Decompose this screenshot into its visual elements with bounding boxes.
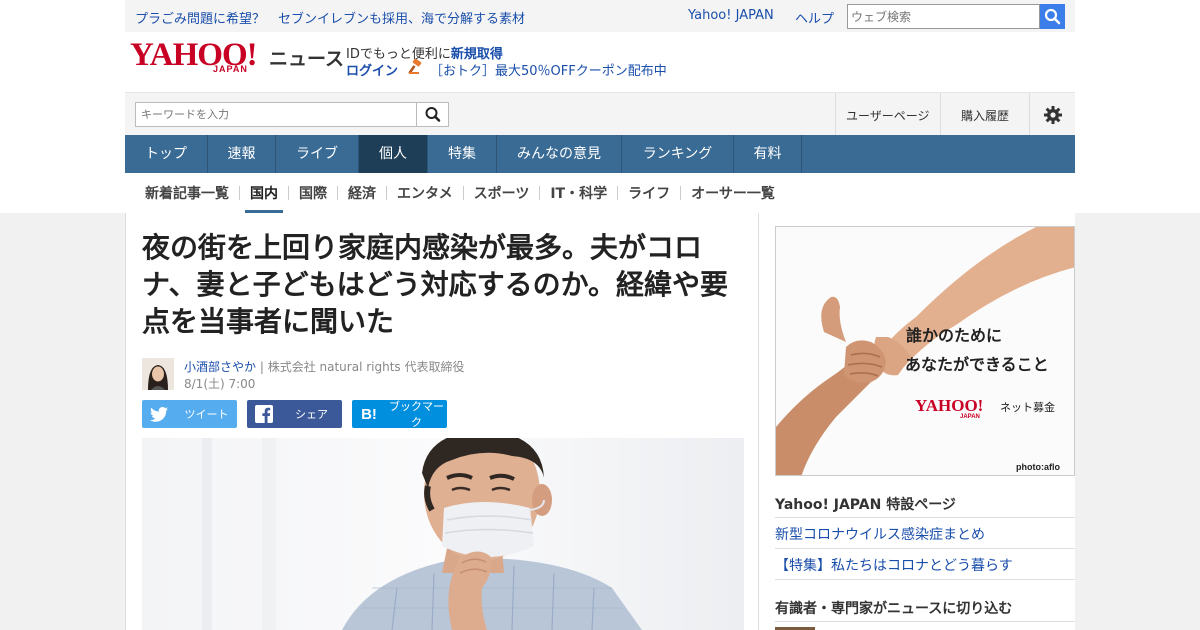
gear-icon[interactable]: [1043, 105, 1063, 125]
keyword-search-button[interactable]: [417, 102, 449, 127]
author-name[interactable]: 小酒部さやか: [184, 360, 256, 374]
coupon-link[interactable]: ［おトク］最大50％OFFクーポン配布中: [430, 60, 667, 79]
promo-link-2[interactable]: セブンイレブンも採用、海で分解する素材: [278, 8, 525, 27]
author-affiliation: | 株式会社 natural rights 代表取締役: [259, 360, 465, 374]
special-pages-heading: Yahoo! JAPAN 特設ページ: [775, 497, 956, 513]
article-photo: [142, 438, 744, 630]
nav-top[interactable]: トップ: [125, 135, 208, 173]
divider: [775, 517, 1075, 518]
nav-breaking[interactable]: 速報: [208, 135, 276, 173]
nav-opinions[interactable]: みんなの意見: [497, 135, 622, 173]
hatena-bookmark-icon: B!: [361, 405, 377, 423]
topbar: プラごみ問題に希望？ セブンイレブンも採用、海で分解する素材 Yahoo! JA…: [125, 0, 1075, 32]
facebook-share-button[interactable]: シェア: [247, 400, 342, 428]
user-page-link[interactable]: ユーザーページ: [846, 107, 930, 124]
ad-text-line1: 誰かのために: [906, 326, 1002, 345]
nav-paid[interactable]: 有料: [734, 135, 802, 173]
facebook-icon: [247, 405, 281, 423]
category-economy[interactable]: 経済: [338, 173, 386, 213]
divider: [1029, 93, 1030, 136]
category-authors[interactable]: オーサー一覧: [681, 173, 785, 213]
tweet-label: ツイート: [184, 408, 229, 421]
nav-ranking[interactable]: ランキング: [622, 135, 734, 173]
ad-yahoo-logo-japan: JAPAN: [960, 414, 980, 420]
hatena-bookmark-button[interactable]: B! ブックマーク: [352, 400, 447, 429]
web-search-button[interactable]: [1040, 4, 1065, 29]
man-wearing-mask-image: [142, 438, 744, 630]
auction-hammer-icon: [408, 59, 422, 74]
experts-heading: 有識者・専門家がニュースに切り込む: [775, 601, 1013, 617]
article-title: 夜の街を上回り家庭内感染が最多。夫がコロナ、妻と子どもはどう対応するのか。経緯や…: [142, 231, 729, 338]
category-entertainment[interactable]: エンタメ: [387, 173, 463, 213]
helping-hands-image: 誰かのために あなたができること YAHOO! JAPAN ネット募金 phot…: [776, 227, 1074, 475]
main-nav: トップ 速報 ライブ 個人 特集 みんなの意見 ランキング 有料: [125, 135, 1075, 173]
article: 夜の街を上回り家庭内感染が最多。夫がコロナ、妻と子どもはどう対応するのか。経緯や…: [125, 213, 759, 630]
facebook-share-label: シェア: [295, 408, 328, 421]
avatar[interactable]: [142, 358, 174, 390]
category-life[interactable]: ライフ: [618, 173, 680, 213]
search-row: ユーザーページ 購入履歴: [125, 92, 1075, 136]
twitter-icon: [142, 406, 176, 422]
yahoo-japan-link[interactable]: Yahoo! JAPAN: [688, 8, 774, 23]
publish-date: 8/1(土) 7:00: [184, 377, 256, 391]
covid-summary-link[interactable]: 新型コロナウイルス感染症まとめ: [775, 524, 985, 544]
category-sports[interactable]: スポーツ: [464, 173, 540, 213]
web-search-input[interactable]: [847, 4, 1040, 29]
donation-ad-banner[interactable]: 誰かのために あなたができること YAHOO! JAPAN ネット募金 phot…: [775, 226, 1075, 476]
author-line: 小酒部さやか | 株式会社 natural rights 代表取締役: [184, 358, 464, 375]
category-it-science[interactable]: IT・科学: [540, 173, 617, 213]
promo-link-1[interactable]: プラごみ問題に希望？: [135, 8, 265, 27]
search-icon: [1044, 8, 1061, 25]
nav-live[interactable]: ライブ: [276, 135, 359, 173]
hatena-bookmark-label: ブックマーク: [389, 400, 444, 429]
category-international[interactable]: 国際: [289, 173, 337, 213]
covid-feature-link[interactable]: 【特集】私たちはコロナとどう暮らす: [775, 555, 1013, 575]
category-domestic[interactable]: 国内: [240, 173, 288, 213]
divider: [775, 621, 1075, 622]
ad-photo-credit: photo:aflo: [1016, 462, 1060, 472]
nav-feature[interactable]: 特集: [428, 135, 497, 173]
help-link[interactable]: ヘルプ: [795, 8, 834, 27]
category-nav: 新着記事一覧 国内 国際 経済 エンタメ スポーツ IT・科学 ライフ オーサー…: [125, 173, 1075, 213]
ad-text-line2: あなたができること: [905, 355, 1049, 374]
author-photo: [142, 358, 174, 390]
yahoo-logo-japan: JAPAN: [213, 64, 248, 74]
divider: [940, 93, 941, 136]
news-logo[interactable]: ニュース: [269, 44, 344, 71]
ad-yahoo-logo: YAHOO!: [915, 396, 983, 415]
purchase-history-link[interactable]: 購入履歴: [961, 107, 1009, 124]
login-link[interactable]: ログイン: [346, 60, 398, 79]
category-latest[interactable]: 新着記事一覧: [135, 173, 239, 213]
divider: [775, 579, 1075, 580]
divider: [775, 548, 1075, 549]
tweet-button[interactable]: ツイート: [142, 400, 237, 428]
keyword-search-input[interactable]: [135, 102, 417, 127]
ad-service-name: ネット募金: [1000, 400, 1055, 414]
search-icon: [425, 107, 440, 122]
nav-individual[interactable]: 個人: [359, 135, 428, 173]
sidebar: 誰かのために あなたができること YAHOO! JAPAN ネット募金 phot…: [759, 213, 1075, 630]
divider: [835, 93, 836, 136]
